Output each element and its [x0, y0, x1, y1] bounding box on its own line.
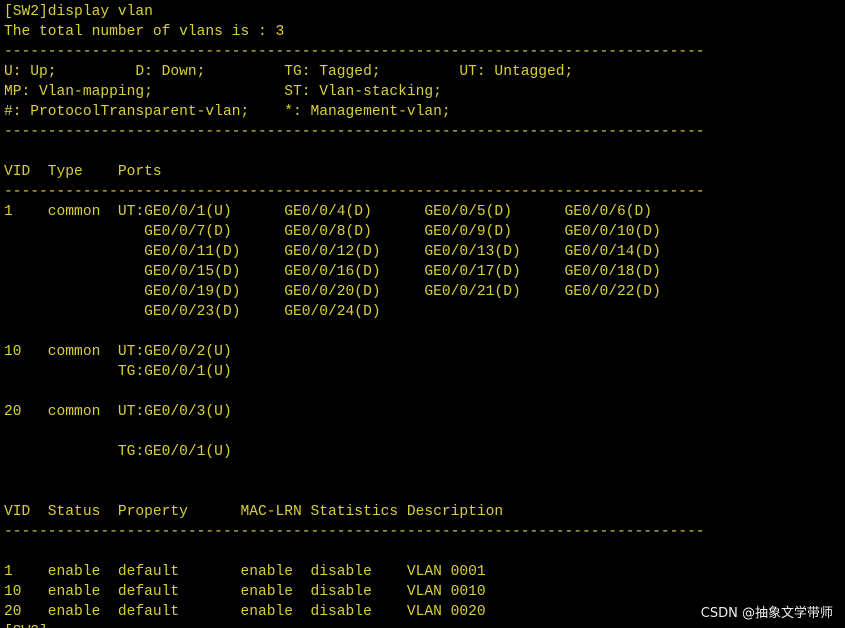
terminal-line: GE0/0/23(D) GE0/0/24(D) [4, 304, 381, 320]
terminal-line: [SW2]display vlan [4, 4, 153, 20]
terminal-line: ----------------------------------------… [4, 184, 705, 200]
terminal-line: 1 enable default enable disable VLAN 000… [4, 564, 486, 580]
terminal-line: #: ProtocolTransparent-vlan; *: Manageme… [4, 104, 451, 120]
terminal-line: 10 enable default enable disable VLAN 00… [4, 584, 486, 600]
terminal-line: 1 common UT:GE0/0/1(U) GE0/0/4(D) GE0/0/… [4, 204, 653, 220]
terminal-line: 10 common UT:GE0/0/2(U) [4, 344, 232, 360]
terminal-line: TG:GE0/0/1(U) [4, 364, 232, 380]
terminal-line: ----------------------------------------… [4, 124, 705, 140]
terminal-output: [SW2]display vlan The total number of vla… [4, 2, 705, 628]
terminal-line: MP: Vlan-mapping; ST: Vlan-stacking; [4, 84, 442, 100]
terminal-line: The total number of vlans is : 3 [4, 24, 285, 40]
watermark: CSDN @抽象文学带师 [700, 606, 833, 621]
terminal-line: 20 enable default enable disable VLAN 00… [4, 604, 486, 620]
terminal-line: 20 common UT:GE0/0/3(U) [4, 404, 232, 420]
terminal-window[interactable]: [SW2]display vlan The total number of vla… [0, 0, 845, 628]
terminal-line: ----------------------------------------… [4, 44, 705, 60]
terminal-line: U: Up; D: Down; TG: Tagged; UT: Untagged… [4, 64, 574, 80]
terminal-line: GE0/0/7(D) GE0/0/8(D) GE0/0/9(D) GE0/0/1… [4, 224, 661, 240]
terminal-line: GE0/0/15(D) GE0/0/16(D) GE0/0/17(D) GE0/… [4, 264, 661, 280]
terminal-line: TG:GE0/0/1(U) [4, 444, 232, 460]
terminal-line: VID Status Property MAC-LRN Statistics D… [4, 504, 504, 520]
terminal-line: VID Type Ports [4, 164, 162, 180]
terminal-line: GE0/0/11(D) GE0/0/12(D) GE0/0/13(D) GE0/… [4, 244, 661, 260]
terminal-line: [SW2] [4, 622, 705, 628]
terminal-line: GE0/0/19(D) GE0/0/20(D) GE0/0/21(D) GE0/… [4, 284, 661, 300]
terminal-line: ----------------------------------------… [4, 524, 705, 540]
